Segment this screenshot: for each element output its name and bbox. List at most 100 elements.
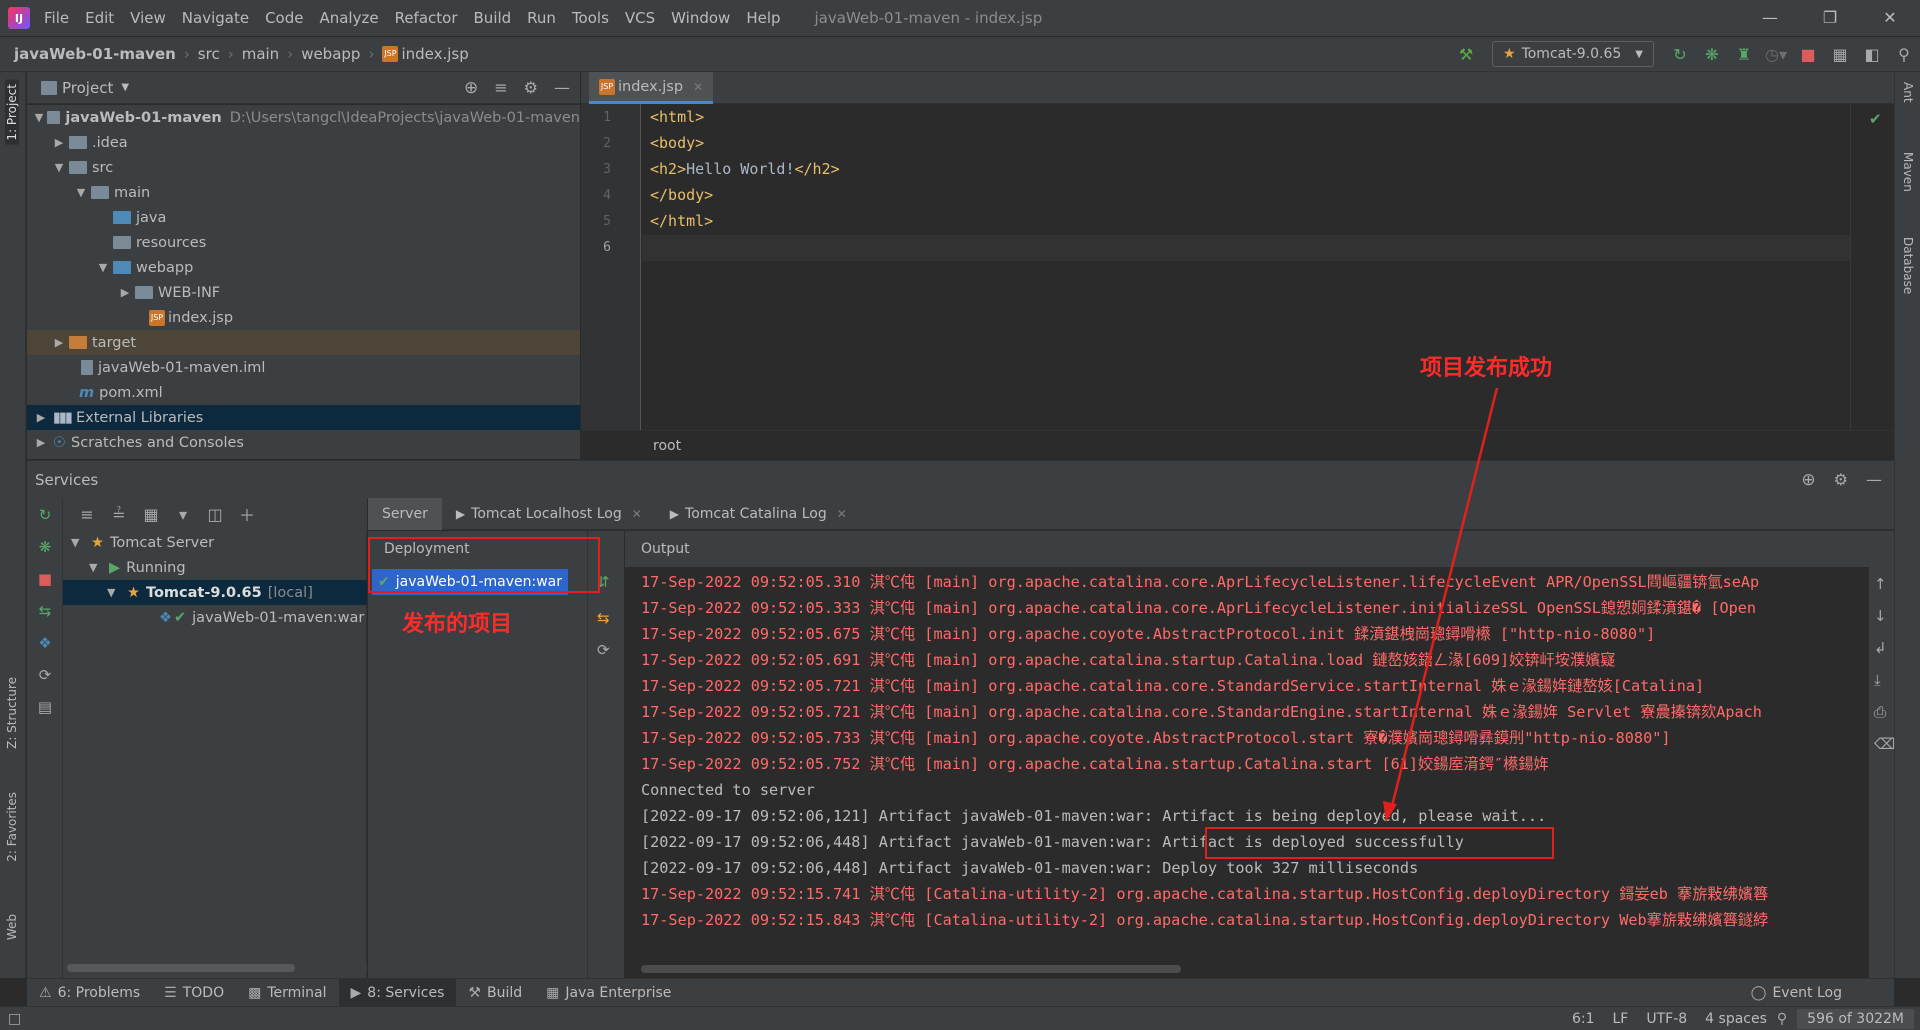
minimize-icon[interactable]: — xyxy=(1740,0,1800,36)
menu-build[interactable]: Build xyxy=(474,9,512,27)
code-editor[interactable]: <html> <body> <h2>Hello World!</h2> </bo… xyxy=(642,104,1850,430)
scrollbar-thumb[interactable] xyxy=(67,964,295,972)
menu-file[interactable]: File xyxy=(44,9,69,27)
search-icon[interactable]: ⚲ xyxy=(1888,45,1920,64)
tree-row-webapp[interactable]: ▼ webapp xyxy=(27,255,580,280)
artifact-icon[interactable]: ❖ xyxy=(35,634,55,654)
refresh-icon[interactable]: ⟳ xyxy=(35,666,55,686)
service-row-artifact[interactable]: ❖ ✔ javaWeb-01-maven:war xyxy=(63,605,367,630)
tree-row-scratches[interactable]: ▶ ☉ Scratches and Consoles xyxy=(27,430,580,455)
close-tab-icon[interactable]: ✕ xyxy=(837,507,847,521)
tab-server[interactable]: Server xyxy=(368,497,442,530)
gear-icon[interactable]: ⚙ xyxy=(524,78,538,97)
breadcrumb-webapp[interactable]: webapp xyxy=(301,45,360,63)
tree-row-iml[interactable]: javaWeb-01-maven.iml xyxy=(27,355,580,380)
ant-tool-tab[interactable]: Ant xyxy=(1901,82,1915,103)
locate-icon[interactable]: ⊕ xyxy=(1801,470,1815,490)
debug-bug-icon[interactable]: ❋ xyxy=(35,538,55,558)
tree-row-main[interactable]: ▼ main xyxy=(27,180,580,205)
tool-event-log[interactable]: ◯ Event Log xyxy=(1739,979,1854,1007)
menu-code[interactable]: Code xyxy=(265,9,303,27)
add-icon[interactable]: ＋ xyxy=(231,502,263,526)
menu-run[interactable]: Run xyxy=(527,9,556,27)
scroll-to-end-icon[interactable]: ⤓ xyxy=(1874,671,1881,689)
collapse-all-icon[interactable]: ≟ xyxy=(103,505,135,524)
tool-todo[interactable]: ☰ TODO xyxy=(152,979,236,1007)
close-tab-icon[interactable]: ✕ xyxy=(632,507,642,521)
tree-row-java[interactable]: java xyxy=(27,205,580,230)
breadcrumb-src[interactable]: src xyxy=(198,45,220,63)
restore-icon[interactable]: ❐ xyxy=(1800,0,1860,36)
menu-refactor[interactable]: Refactor xyxy=(395,9,458,27)
breadcrumb-project[interactable]: javaWeb-01-maven xyxy=(14,45,176,63)
tree-row-web-inf[interactable]: ▶ WEB-INF xyxy=(27,280,580,305)
down-arrow-icon[interactable]: ↓ xyxy=(1874,607,1887,625)
menu-navigate[interactable]: Navigate xyxy=(182,9,249,27)
tool-terminal[interactable]: ▩ Terminal xyxy=(236,979,338,1007)
hide-panel-icon[interactable]: — xyxy=(1866,470,1882,489)
tab-catalina-log[interactable]: ▶ Tomcat Catalina Log ✕ xyxy=(656,498,861,530)
service-row-tomcat-server[interactable]: ▼ ★ Tomcat Server xyxy=(63,530,367,555)
favorites-tool-tab[interactable]: 2: Favorites xyxy=(5,792,19,862)
menu-vcs[interactable]: VCS xyxy=(625,9,655,27)
hide-panel-icon[interactable]: — xyxy=(554,78,570,97)
editor-breadcrumb-root[interactable]: root xyxy=(653,438,681,454)
tree-row-resources[interactable]: resources xyxy=(27,230,580,255)
service-row-tomcat-instance[interactable]: ▼ ★ Tomcat-9.0.65 [local] xyxy=(63,580,367,605)
maven-tool-tab[interactable]: Maven xyxy=(1901,152,1915,192)
tool-problems[interactable]: ⚠ 6: Problems xyxy=(27,979,152,1007)
build-hammer-icon[interactable]: ⚒ xyxy=(1450,45,1482,64)
profile-icon[interactable]: ◷▾ xyxy=(1760,45,1792,64)
toggle-tool-windows-icon[interactable]: □ xyxy=(8,1011,21,1027)
redeploy-icon[interactable]: ⇆ xyxy=(597,609,610,627)
tool-services[interactable]: ▶ 8: Services xyxy=(338,978,457,1007)
rerun-icon[interactable]: ↻ xyxy=(35,506,55,526)
rerun-icon[interactable]: ↻ xyxy=(1664,45,1696,64)
locate-icon[interactable]: ⊕ xyxy=(464,78,478,98)
layout-icon[interactable]: ◧ xyxy=(1856,45,1888,64)
caret-position[interactable]: 6:1 xyxy=(1572,1011,1595,1027)
menu-window[interactable]: Window xyxy=(671,9,730,27)
filter-icon[interactable]: ▾ xyxy=(167,505,199,524)
stop-icon[interactable]: ■ xyxy=(35,570,55,590)
collapse-all-icon[interactable]: ≡ xyxy=(494,78,507,97)
refresh-icon[interactable]: ⟳ xyxy=(597,641,610,659)
gear-icon[interactable]: ⚙ xyxy=(1834,470,1848,489)
close-tab-icon[interactable]: ✕ xyxy=(693,80,703,94)
indent-setting[interactable]: 4 spaces xyxy=(1705,1011,1767,1027)
log-lines[interactable]: 17-Sep-2022 09:52:05.310 淇℃伅 [main] org.… xyxy=(641,569,1863,949)
output-horizontal-scrollbar[interactable] xyxy=(641,965,1181,973)
menu-view[interactable]: View xyxy=(130,9,166,27)
stop-icon[interactable]: ■ xyxy=(1792,45,1824,64)
tree-row-project-root[interactable]: ▼ javaWeb-01-maven D:\Users\tangcl\IdeaP… xyxy=(27,105,580,130)
new-tab-icon[interactable]: ◫ xyxy=(199,505,231,524)
up-arrow-icon[interactable]: ↑ xyxy=(1874,575,1887,593)
project-structure-icon[interactable]: ▦ xyxy=(1824,45,1856,64)
chevron-down-icon[interactable]: ▼ xyxy=(121,82,129,93)
editor-scrollbar[interactable]: ✔ xyxy=(1850,104,1894,430)
clear-trash-icon[interactable]: ⌫ xyxy=(1874,735,1895,753)
tree-row-index-jsp[interactable]: JSP index.jsp xyxy=(27,305,580,330)
lock-icon[interactable]: ⚲ xyxy=(1777,1011,1787,1027)
tree-row-idea[interactable]: ▶ .idea xyxy=(27,130,580,155)
group-icon[interactable]: ▦ xyxy=(135,505,167,524)
database-tool-tab[interactable]: Database xyxy=(1901,237,1915,294)
file-encoding[interactable]: UTF-8 xyxy=(1646,1011,1687,1027)
tree-row-pom[interactable]: m pom.xml xyxy=(27,380,580,405)
line-separator[interactable]: LF xyxy=(1613,1011,1629,1027)
services-tree-scrollbar[interactable] xyxy=(63,964,367,972)
print-icon[interactable]: ⎙ xyxy=(1874,703,1886,721)
tab-localhost-log[interactable]: ▶ Tomcat Localhost Log ✕ xyxy=(442,498,656,530)
structure-tool-tab[interactable]: Z: Structure xyxy=(5,677,19,749)
tree-row-external-libraries[interactable]: ▶ ▮▮▮ External Libraries xyxy=(27,405,580,430)
soft-wrap-icon[interactable]: ↲ xyxy=(1874,639,1887,657)
project-tool-tab[interactable]: 1: Project xyxy=(5,80,19,145)
breadcrumb-file[interactable]: index.jsp xyxy=(401,45,468,63)
expand-all-icon[interactable]: ≡ xyxy=(71,505,103,524)
service-row-running[interactable]: ▼ ▶ Running xyxy=(63,555,367,580)
tree-row-target[interactable]: ▶ target xyxy=(27,330,580,355)
tab-index-jsp[interactable]: JSP index.jsp ✕ xyxy=(589,72,714,104)
tree-row-src[interactable]: ▼ src xyxy=(27,155,580,180)
menu-analyze[interactable]: Analyze xyxy=(319,9,378,27)
layout-icon[interactable]: ▤ xyxy=(35,698,55,718)
